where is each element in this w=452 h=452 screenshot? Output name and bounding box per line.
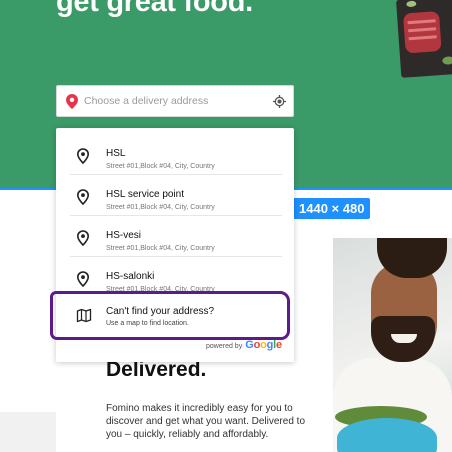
dimension-badge: 1440 × 480 (293, 198, 371, 219)
address-search-input[interactable]: Choose a delivery address (56, 85, 294, 117)
food-image (396, 0, 452, 78)
hero-photo (333, 238, 452, 452)
suggestion-title: HS-vesi (106, 230, 142, 241)
hero-title: get great food. (56, 0, 253, 18)
map-pin-icon (66, 94, 78, 109)
highlight-annotation (50, 291, 290, 340)
suggestion-item[interactable]: HS-vesi Street #01,Block #04, City, Coun… (56, 216, 294, 257)
search-placeholder: Choose a delivery address (84, 95, 209, 107)
powered-by-google: powered by Google (206, 339, 282, 351)
suggestion-address: Street #01,Block #04, City, Country (106, 245, 215, 252)
location-pin-icon (76, 148, 90, 164)
location-pin-icon (76, 189, 90, 205)
background-panel (0, 412, 56, 452)
powered-by-label: powered by (206, 343, 243, 350)
suggestion-title: HSL service point (106, 189, 184, 200)
promo-body: Fomino makes it incredibly easy for you … (106, 403, 305, 440)
suggestion-item[interactable]: HSL Street #01,Block #04, City, Country (56, 134, 294, 175)
google-logo: Google (245, 339, 282, 351)
suggestion-item[interactable]: HSL service point Street #01,Block #04, … (56, 175, 294, 216)
suggestion-address: Street #01,Block #04, City, Country (106, 204, 215, 211)
location-pin-icon (76, 271, 90, 287)
location-pin-icon (76, 230, 90, 246)
suggestion-address: Street #01,Block #04, City, Country (106, 163, 215, 170)
suggestion-title: HSL (106, 148, 126, 159)
crosshair-icon[interactable] (273, 95, 286, 108)
suggestion-title: HS-salonki (106, 271, 155, 282)
